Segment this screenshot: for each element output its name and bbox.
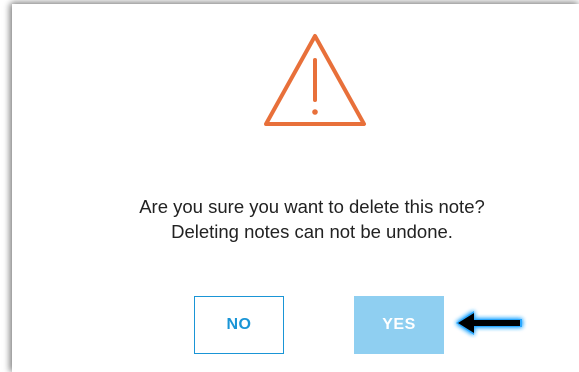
yes-button[interactable]: YES: [354, 296, 444, 354]
no-button[interactable]: NO: [194, 296, 284, 354]
confirm-message: Are you sure you want to delete this not…: [12, 194, 579, 244]
confirm-message-line-2: Deleting notes can not be undone.: [171, 221, 453, 242]
delete-confirm-dialog: Are you sure you want to delete this not…: [12, 4, 579, 372]
confirm-message-line-1: Are you sure you want to delete this not…: [139, 196, 485, 217]
left-arrow-icon: [456, 311, 522, 335]
screenshot-canvas: Are you sure you want to delete this not…: [0, 0, 579, 372]
warning-triangle-icon: [264, 34, 366, 126]
